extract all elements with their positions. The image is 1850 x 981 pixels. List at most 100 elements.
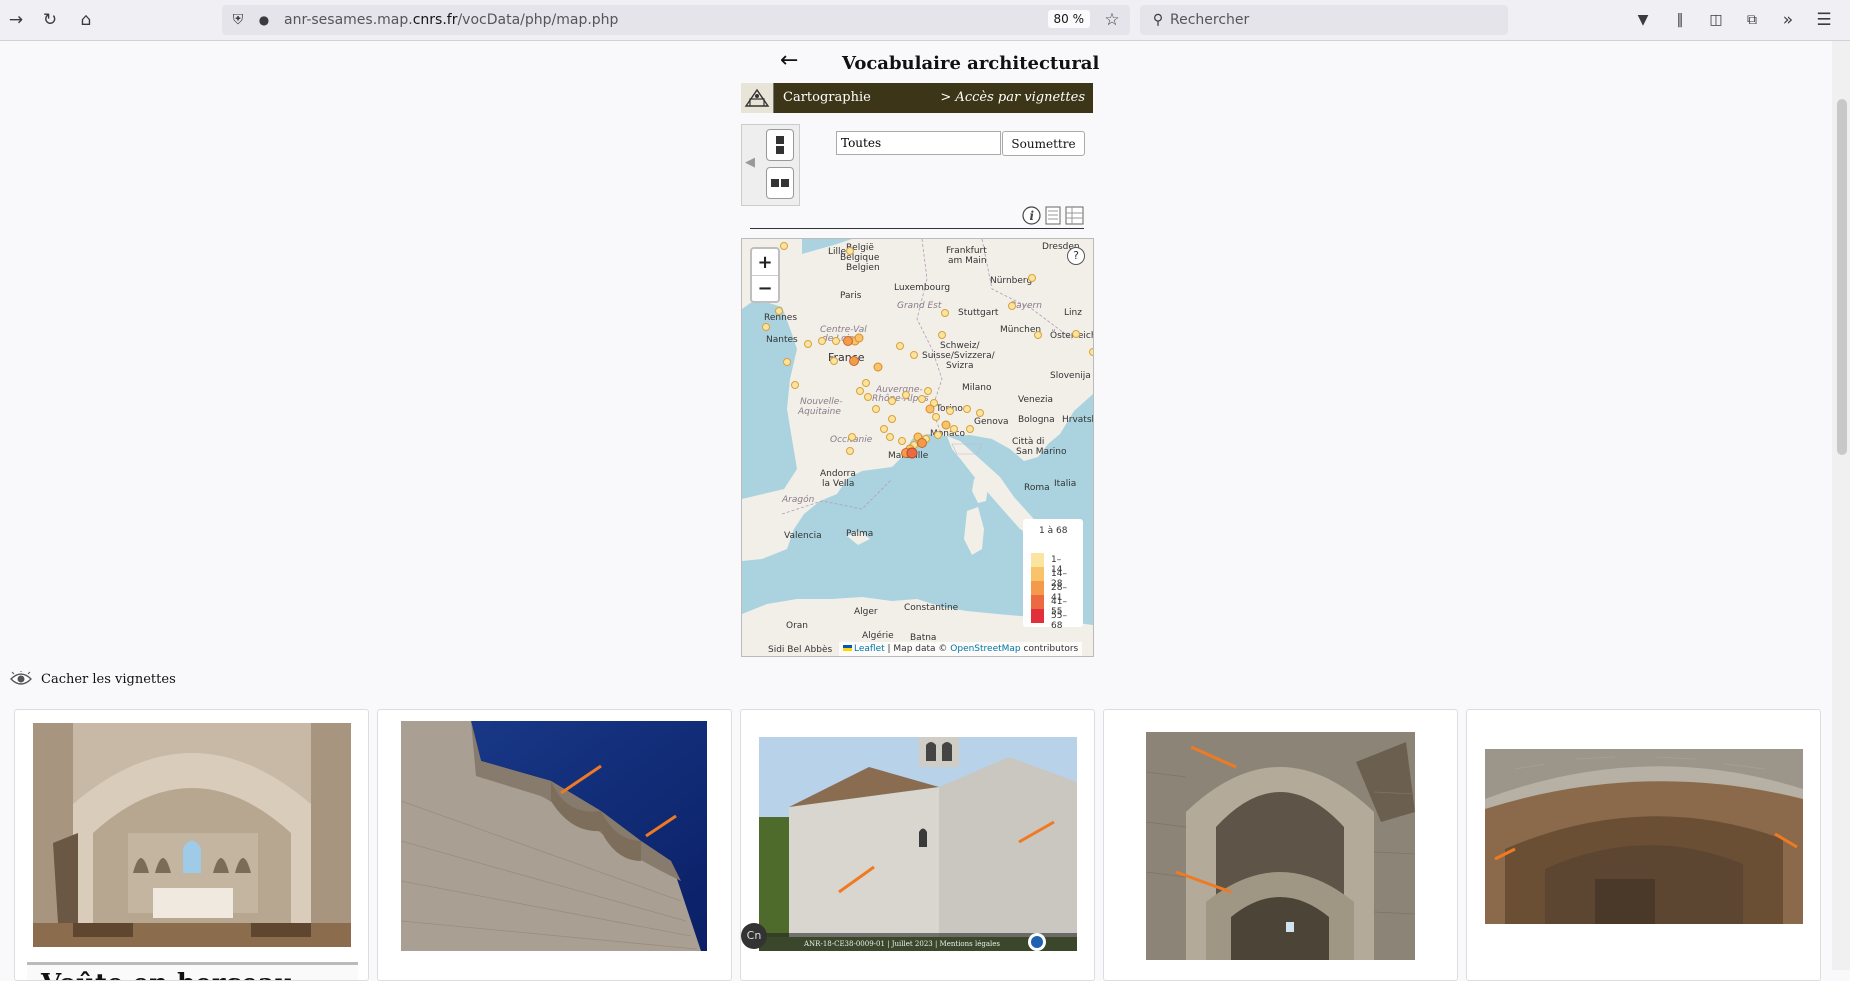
- forward-icon[interactable]: →: [4, 8, 28, 32]
- two-column-view-button[interactable]: [766, 167, 794, 199]
- thumbnail-photo[interactable]: ANR-18-CE38-0009-01 | Juillet 2023 | Men…: [759, 737, 1077, 951]
- map-label: München: [1000, 325, 1042, 335]
- star-icon[interactable]: ☆: [1100, 8, 1124, 32]
- map-label: Schweiz/: [940, 341, 980, 351]
- eye-icon[interactable]: [10, 671, 32, 687]
- map-label: Città di: [1012, 437, 1045, 447]
- map-label: Rennes: [764, 313, 798, 323]
- legend-title: 1 à 68: [1039, 526, 1068, 536]
- map-label: Milano: [962, 383, 992, 393]
- info-icon[interactable]: i: [1022, 206, 1041, 225]
- thumbnail-card[interactable]: [377, 709, 732, 981]
- thumbnail-card[interactable]: ANR-18-CE38-0009-01 | Juillet 2023 | Men…: [740, 709, 1095, 981]
- thumbnail-card[interactable]: Voûte en berceau: [14, 709, 369, 981]
- map-label: Occitanie: [830, 435, 873, 445]
- home-icon[interactable]: ⌂: [74, 8, 98, 32]
- search-bar[interactable]: ⚲ Rechercher: [1140, 5, 1508, 35]
- scrollbar-thumb[interactable]: [1837, 99, 1847, 455]
- map-label: San Marino: [1016, 447, 1067, 457]
- thumbnail-access-link[interactable]: > Accès par vignettes: [940, 90, 1085, 105]
- map-label: Roma: [1024, 483, 1050, 493]
- search-placeholder: Rechercher: [1170, 12, 1250, 28]
- map-label: Nantes: [766, 335, 798, 345]
- attribution-text: | Map data ©: [884, 644, 951, 654]
- map-label: Grand Est: [897, 301, 942, 311]
- map-label: Lille: [828, 247, 847, 257]
- attribution-contributors: contributors: [1020, 644, 1079, 654]
- thumbnail-card[interactable]: [1103, 709, 1458, 981]
- shield-icon[interactable]: ⛨: [226, 8, 250, 32]
- map-help-icon[interactable]: ?: [1067, 247, 1085, 265]
- map-container[interactable]: België Belgique Belgien Lille Frankfurt …: [741, 238, 1094, 657]
- cnrs-logo: Cn: [741, 923, 767, 949]
- map-label: de Loire: [822, 334, 859, 344]
- map-label: France: [828, 351, 865, 364]
- legend-label: 55–68: [1051, 611, 1067, 631]
- thumbnail-photo[interactable]: [401, 721, 707, 951]
- map-label: Belgien: [846, 263, 880, 273]
- filter-input[interactable]: [836, 131, 1001, 155]
- map-label: Oran: [786, 621, 809, 631]
- collapse-arrow-icon[interactable]: ◀: [745, 155, 755, 170]
- map-label: Aquitaine: [798, 407, 841, 417]
- map-label: Suisse/Svizzera/: [922, 351, 995, 361]
- legend-swatch: [1031, 567, 1044, 581]
- map-label: Bayern: [1010, 301, 1042, 311]
- thumbnail-photo[interactable]: [33, 723, 351, 947]
- zoom-out-button[interactable]: −: [752, 275, 778, 301]
- zoom-level-badge[interactable]: 80 %: [1047, 10, 1090, 28]
- grid-view-icon[interactable]: [1065, 206, 1084, 225]
- page-scrollbar[interactable]: [1832, 41, 1850, 970]
- map-label: Venezia: [1018, 395, 1053, 405]
- map-label: Rhône-Alpes: [872, 394, 929, 404]
- list-view-icon[interactable]: [1045, 206, 1063, 225]
- browser-toolbar: → ↻ ⌂ ⛨ ● anr-sesames.map.cnrs.fr/vocDat…: [0, 0, 1850, 41]
- sidebar-icon[interactable]: ◫: [1704, 8, 1728, 32]
- url-text[interactable]: anr-sesames.map.cnrs.fr/vocData/php/map.…: [284, 12, 618, 28]
- overflow-icon[interactable]: »: [1776, 8, 1800, 32]
- map-label: Nouvelle-: [800, 397, 843, 407]
- banner-cartographie: Cartographie: [783, 90, 871, 105]
- zoom-in-button[interactable]: +: [752, 249, 778, 276]
- thumbnail-card[interactable]: [1466, 709, 1821, 981]
- reload-icon[interactable]: ↻: [38, 8, 62, 32]
- map-label: Marseille: [888, 451, 929, 461]
- section-banner: Cartographie > Accès par vignettes: [741, 83, 1093, 113]
- map-label: Torino: [936, 404, 963, 414]
- thumbnail-title[interactable]: Voûte en berceau: [27, 962, 358, 980]
- divider: [750, 228, 1084, 229]
- map-label: Stuttgart: [958, 308, 999, 318]
- thumbnail-photo[interactable]: [1485, 749, 1803, 924]
- svg-text:i: i: [1030, 209, 1035, 223]
- map-label: Italia: [1054, 479, 1077, 489]
- map-label: Algérie: [862, 631, 894, 641]
- osm-link[interactable]: OpenStreetMap: [950, 644, 1020, 654]
- leaflet-flag-icon: [843, 645, 852, 651]
- extensions-icon[interactable]: ⧉: [1740, 8, 1764, 32]
- address-bar[interactable]: ⛨ ● anr-sesames.map.cnrs.fr/vocData/php/…: [222, 5, 1130, 35]
- lock-icon[interactable]: ●: [252, 8, 276, 32]
- legend-swatch: [1031, 609, 1044, 623]
- hide-thumbnails-label[interactable]: Cacher les vignettes: [41, 672, 176, 687]
- map-label: Sidi Bel Abbès: [768, 645, 833, 655]
- thumbnail-photo[interactable]: [1146, 732, 1415, 960]
- pocket-icon[interactable]: ▼: [1631, 8, 1655, 32]
- back-arrow-icon[interactable]: ←: [780, 48, 798, 73]
- map-label: Aragón: [782, 495, 815, 505]
- view-toggle-panel: ◀: [741, 124, 800, 206]
- map-label: Constantine: [904, 603, 959, 613]
- single-column-view-button[interactable]: [766, 129, 794, 161]
- map-label: la Vella: [822, 479, 855, 489]
- submit-button[interactable]: Soumettre: [1002, 131, 1085, 156]
- leaflet-link[interactable]: Leaflet: [854, 644, 885, 654]
- map-label: Bologna: [1018, 415, 1055, 425]
- search-icon: ⚲: [1152, 12, 1164, 28]
- map-label: Hrvatska: [1062, 415, 1093, 425]
- library-icon[interactable]: ‖: [1668, 8, 1692, 32]
- map-label: Palma: [846, 529, 874, 539]
- map-label: Monaco: [930, 429, 965, 439]
- map-legend: 1 à 68 1–14 14–28 28–41 41–55 55–68: [1023, 519, 1083, 631]
- site-logo[interactable]: [741, 83, 774, 113]
- menu-icon[interactable]: ☰: [1812, 8, 1836, 32]
- map-label: België: [846, 243, 874, 253]
